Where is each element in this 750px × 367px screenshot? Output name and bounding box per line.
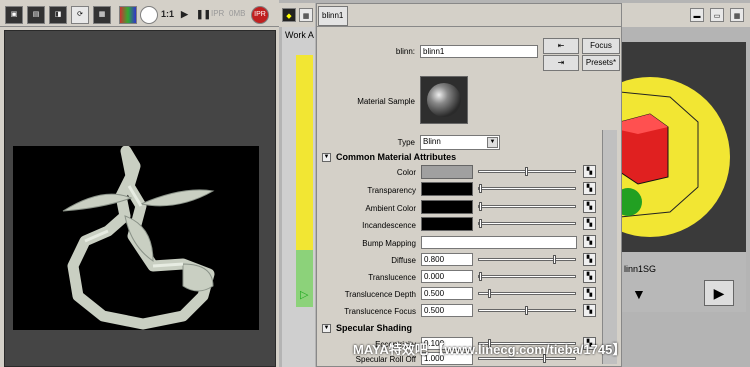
work-area-tab[interactable]: Work A <box>285 30 314 40</box>
translucence-focus-slider-knob[interactable] <box>525 306 528 315</box>
diffuse-label: Diffuse <box>391 256 416 265</box>
hypergraph-toolbar: ▬ ▭ ▦ <box>620 3 750 27</box>
presets-button[interactable]: Presets* <box>582 55 620 71</box>
translucence-focus-label: Translucence Focus <box>344 307 416 316</box>
bump-mapping-label: Bump Mapping <box>362 239 416 248</box>
right-arrow-icon[interactable]: ▶ <box>704 280 734 306</box>
translucence-depth-slider-knob[interactable] <box>488 289 491 298</box>
alpha-channel-icon[interactable] <box>140 6 158 24</box>
translucence-field[interactable]: 0.000 <box>421 270 473 283</box>
type-label: Type <box>397 138 415 147</box>
transparency-map-button[interactable]: ▚ <box>583 182 596 195</box>
color-label: Color <box>396 168 416 177</box>
zoom-ratio-label[interactable]: 1:1 <box>161 9 174 19</box>
material-sphere-preview <box>427 83 461 117</box>
incandescence-slider-knob[interactable] <box>479 219 482 228</box>
output-connection-icon[interactable]: ⇥ <box>543 55 579 71</box>
render-view-toolbar: ▣ ▤ ◨ ⟳ ▦ 1:1 ▶ ❚❚ IPR 0MB IPR <box>0 3 279 27</box>
play-arrow-icon: ▷ <box>300 289 309 301</box>
translucence-depth-slider[interactable] <box>478 289 576 298</box>
focus-button[interactable]: Focus <box>582 38 620 54</box>
incandescence-map-button[interactable]: ▚ <box>583 217 596 230</box>
ambient-color-label: Ambient Color <box>365 204 416 213</box>
pause-icon[interactable]: ❚❚ <box>196 9 211 20</box>
ipr-button[interactable]: IPR <box>251 6 269 24</box>
incandescence-slider[interactable] <box>478 219 576 228</box>
translucence-map-button[interactable]: ▚ <box>583 270 596 283</box>
material-sample-swatch <box>420 76 468 124</box>
layout-grid-icon[interactable]: ▦ <box>730 8 744 22</box>
tab-blinn1[interactable]: blinn1 <box>318 6 348 26</box>
watermark-text: MAYA特效吧 【www.linecg.com/tieba/1745】 <box>353 342 626 357</box>
down-arrow-icon[interactable]: ▼ <box>632 286 646 302</box>
translucence-label: Translucence <box>368 273 416 282</box>
incandescence-swatch[interactable] <box>421 217 473 231</box>
type-dropdown[interactable]: Blinn ▼ <box>420 135 500 150</box>
translucence-focus-map-button[interactable]: ▚ <box>583 304 596 317</box>
attribute-editor-scrollbar[interactable] <box>602 130 617 364</box>
translucence-depth-label: Translucence Depth <box>344 290 416 299</box>
ambient-slider-knob[interactable] <box>479 202 482 211</box>
input-connection-icon[interactable]: ⇤ <box>543 38 579 54</box>
transparency-slider[interactable] <box>478 184 576 193</box>
rendered-image <box>13 145 259 330</box>
render-graph-icon[interactable]: ◆ <box>282 8 296 22</box>
translucence-slider[interactable] <box>478 272 576 281</box>
ambient-color-slider[interactable] <box>478 202 576 211</box>
rgb-channel-icon[interactable] <box>119 6 137 24</box>
view-grid-icon[interactable]: ▦ <box>299 8 313 22</box>
translucence-depth-map-button[interactable]: ▚ <box>583 287 596 300</box>
common-material-attributes-header[interactable]: Common Material Attributes <box>336 152 456 162</box>
render-region-icon[interactable]: ▤ <box>27 6 45 24</box>
render-icon[interactable]: ▣ <box>5 6 23 24</box>
memory-label: 0MB <box>229 9 246 18</box>
color-swatch[interactable] <box>421 165 473 179</box>
diffuse-map-button[interactable]: ▚ <box>583 253 596 266</box>
collapse-common-icon[interactable]: ▼ <box>322 153 331 162</box>
shading-group-label: linn1SG <box>624 264 657 274</box>
ipr-render-icon[interactable]: ◨ <box>49 6 67 24</box>
node-name-field[interactable]: blinn1 <box>420 45 538 58</box>
refresh-icon[interactable]: ⟳ <box>71 6 89 24</box>
transparency-swatch[interactable] <box>421 182 473 196</box>
translucence-slider-knob[interactable] <box>479 272 482 281</box>
translucence-depth-field[interactable]: 0.500 <box>421 287 473 300</box>
color-slider-knob[interactable] <box>525 167 528 176</box>
layout-split-icon[interactable]: ▭ <box>710 8 724 22</box>
diffuse-slider[interactable] <box>478 255 576 264</box>
layout-single-icon[interactable]: ▬ <box>690 8 704 22</box>
diffuse-field[interactable]: 0.800 <box>421 253 473 266</box>
transparency-slider-knob[interactable] <box>479 184 482 193</box>
tab-divider <box>316 26 622 27</box>
node-type-label: blinn: <box>395 47 415 56</box>
ipr-dim-label: IPR <box>211 9 225 18</box>
translucence-focus-field[interactable]: 0.500 <box>421 304 473 317</box>
dropdown-arrow-icon[interactable]: ▼ <box>487 137 498 148</box>
color-map-button[interactable]: ▚ <box>583 165 596 178</box>
translucence-focus-slider[interactable] <box>478 306 576 315</box>
shading-group-preview <box>620 77 730 237</box>
ambient-color-swatch[interactable] <box>421 200 473 214</box>
color-slider[interactable] <box>478 167 576 176</box>
type-value: Blinn <box>423 137 441 146</box>
shading-group-swatch[interactable]: linn1SG ▼ ▶ <box>620 42 746 312</box>
bump-mapping-map-button[interactable]: ▚ <box>583 235 596 248</box>
snapshot-icon[interactable]: ▦ <box>93 6 111 24</box>
bone-sculpture-render <box>62 145 215 330</box>
ambient-color-map-button[interactable]: ▚ <box>583 200 596 213</box>
material-sample-label: Material Sample <box>357 97 415 106</box>
transparency-label: Transparency <box>367 186 416 195</box>
collapse-specular-icon[interactable]: ▼ <box>322 324 331 333</box>
specular-shading-header[interactable]: Specular Shading <box>336 323 412 333</box>
diffuse-slider-knob[interactable] <box>553 255 556 264</box>
bump-mapping-field[interactable] <box>421 236 577 249</box>
play-icon[interactable]: ▶ <box>181 9 188 20</box>
hypershade-toolbar: ◆ ▦ <box>279 3 315 27</box>
incandescence-label: Incandescence <box>362 221 416 230</box>
